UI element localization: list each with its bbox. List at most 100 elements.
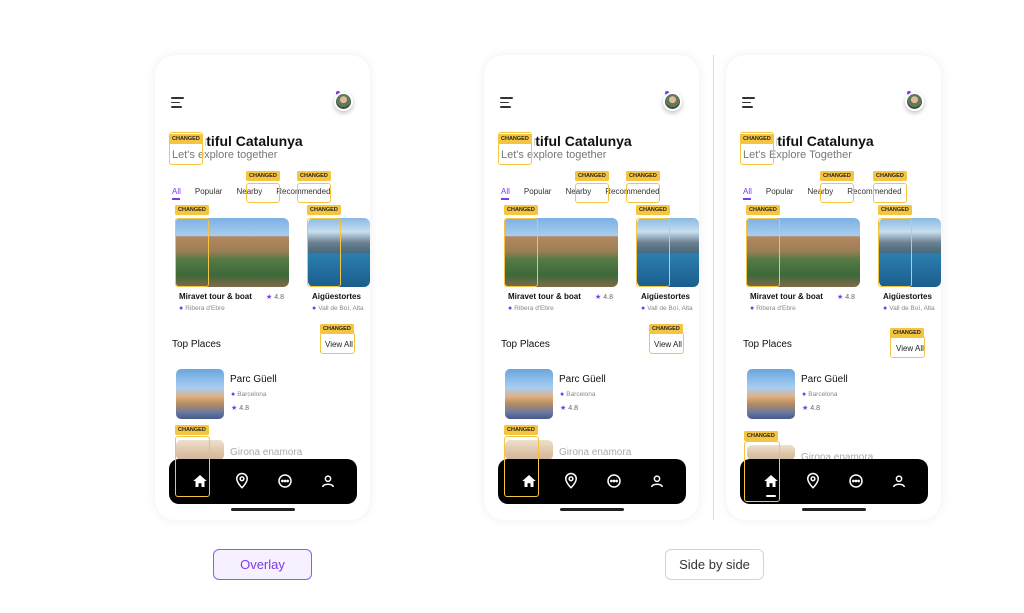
change-highlight — [626, 183, 660, 203]
changed-badge: CHANGED — [575, 171, 609, 181]
changed-badge: CHANGED — [246, 171, 280, 181]
map-pin-icon[interactable] — [804, 472, 822, 490]
home-indicator — [802, 508, 866, 511]
place-rating: ★ 4.8 — [560, 405, 579, 412]
changed-badge: CHANGED — [890, 328, 924, 338]
changed-badge: CHANGED — [873, 171, 907, 181]
card-title: Aigüestortes — [312, 292, 361, 301]
changed-badge: CHANGED — [626, 171, 660, 181]
change-highlight — [744, 441, 780, 502]
change-highlight — [297, 183, 331, 203]
card-location: ● Vall de Boí, Alta — [641, 305, 693, 312]
pin-icon: ● — [802, 391, 807, 398]
place-name: Parc Güell — [559, 374, 606, 385]
card-title: Aigüestortes — [883, 292, 932, 301]
changed-badge: CHANGED — [320, 324, 354, 334]
star-icon: ★ — [266, 294, 273, 301]
change-highlight — [636, 218, 670, 287]
change-highlight — [820, 183, 854, 203]
changed-badge: CHANGED — [878, 205, 912, 215]
card-location: ● Vall de Boí, Alta — [883, 305, 935, 312]
changed-badge: CHANGED — [504, 205, 538, 215]
changed-badge: CHANGED — [744, 431, 778, 441]
menu-icon[interactable] — [171, 97, 184, 109]
overlay-button[interactable]: Overlay — [213, 549, 312, 580]
map-pin-icon[interactable] — [562, 472, 580, 490]
change-highlight — [890, 336, 925, 358]
place-name: Girona enamora — [559, 447, 632, 458]
avatar[interactable] — [663, 92, 682, 111]
place-image[interactable] — [747, 369, 795, 419]
tab-popular[interactable]: Popular — [195, 187, 223, 196]
comparison-view: Beautiful Catalunya Let's explore togeth… — [0, 0, 1024, 613]
place-name: Parc Güell — [801, 374, 848, 385]
menu-icon[interactable] — [500, 97, 513, 109]
profile-icon[interactable] — [890, 472, 908, 490]
change-highlight — [307, 218, 341, 287]
place-name: Parc Güell — [230, 374, 277, 385]
card-title: Miravet tour & boat — [508, 292, 581, 301]
place-name: Girona enamora — [230, 447, 303, 458]
change-highlight — [504, 436, 539, 497]
phone-overlay: Beautiful Catalunya Let's explore togeth… — [155, 55, 370, 520]
change-highlight — [504, 218, 538, 287]
place-location: ● Barcelona — [231, 391, 267, 398]
top-places-title: Top Places — [743, 339, 792, 350]
changed-badge: CHANGED — [169, 134, 203, 144]
card-rating: ★ 4.8 — [595, 294, 614, 301]
place-image[interactable] — [176, 369, 224, 419]
phone-before: Beautiful Catalunya Let's explore togeth… — [484, 55, 699, 520]
tab-all[interactable]: All — [172, 187, 181, 200]
change-highlight — [649, 332, 684, 354]
place-image[interactable] — [505, 369, 553, 419]
pin-icon: ● — [231, 391, 236, 398]
star-icon: ★ — [231, 405, 238, 412]
home-indicator — [231, 508, 295, 511]
place-location: ● Barcelona — [802, 391, 838, 398]
change-highlight — [575, 183, 609, 203]
card-rating: ★ 4.8 — [837, 294, 856, 301]
home-indicator — [560, 508, 624, 511]
profile-icon[interactable] — [319, 472, 337, 490]
side-by-side-button[interactable]: Side by side — [665, 549, 764, 580]
avatar[interactable] — [905, 92, 924, 111]
tab-popular[interactable]: Popular — [766, 187, 794, 196]
top-places-title: Top Places — [501, 339, 550, 350]
change-highlight — [320, 332, 355, 354]
chat-icon[interactable] — [276, 472, 294, 490]
tab-all[interactable]: All — [501, 187, 510, 200]
tab-all[interactable]: All — [743, 187, 752, 200]
change-highlight — [175, 436, 210, 497]
chat-icon[interactable] — [847, 472, 865, 490]
changed-badge: CHANGED — [740, 134, 774, 144]
changed-badge: CHANGED — [498, 134, 532, 144]
pin-icon: ● — [750, 305, 755, 312]
avatar[interactable] — [334, 92, 353, 111]
changed-badge: CHANGED — [175, 205, 209, 215]
pin-icon: ● — [312, 305, 317, 312]
changed-badge: CHANGED — [307, 205, 341, 215]
pin-icon: ● — [179, 305, 184, 312]
tab-popular[interactable]: Popular — [524, 187, 552, 196]
menu-icon[interactable] — [742, 97, 755, 109]
card-title: Miravet tour & boat — [750, 292, 823, 301]
card-rating: ★ 4.8 — [266, 294, 285, 301]
star-icon: ★ — [837, 294, 844, 301]
phone-after: Beautiful Catalunya Let's Explore Togeth… — [726, 55, 941, 520]
changed-badge: CHANGED — [746, 205, 780, 215]
change-highlight — [246, 183, 280, 203]
place-rating: ★ 4.8 — [231, 405, 250, 412]
map-pin-icon[interactable] — [233, 472, 251, 490]
card-title: Aigüestortes — [641, 292, 690, 301]
changed-badge: CHANGED — [820, 171, 854, 181]
place-rating: ★ 4.8 — [802, 405, 821, 412]
star-icon: ★ — [802, 405, 809, 412]
chat-icon[interactable] — [605, 472, 623, 490]
profile-icon[interactable] — [648, 472, 666, 490]
card-location: ● Ribera d'Ebre — [750, 305, 796, 312]
card-location: ● Ribera d'Ebre — [179, 305, 225, 312]
side-by-side-divider[interactable] — [713, 55, 714, 520]
card-location: ● Ribera d'Ebre — [508, 305, 554, 312]
change-highlight — [878, 218, 912, 287]
changed-badge: CHANGED — [504, 425, 538, 435]
